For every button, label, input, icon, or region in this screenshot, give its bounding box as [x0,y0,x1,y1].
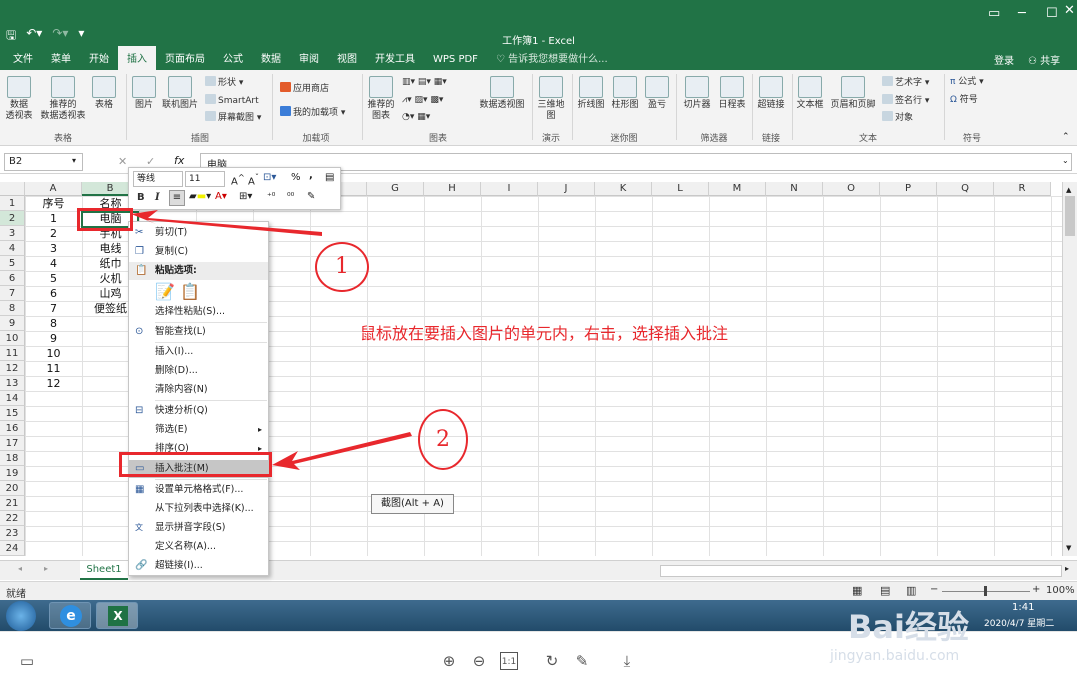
annotation-circle-two: 2 [418,409,468,470]
annotation-circle-one: 1 [315,242,369,292]
arrow-two [272,432,412,470]
arrow-one [131,210,322,236]
annotation-arrows [131,210,412,470]
annotation-instruction: 鼠标放在要插入图片的单元内，右击，选择插入批注 [360,324,729,343]
